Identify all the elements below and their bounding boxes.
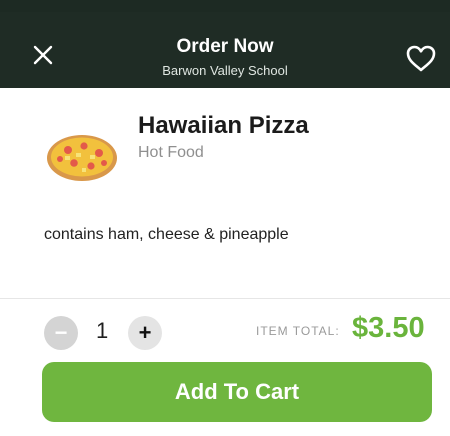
pizza-icon <box>44 128 120 184</box>
page-title: Order Now <box>176 36 274 57</box>
favorite-button[interactable] <box>404 42 438 76</box>
divider <box>0 298 450 299</box>
product-category: Hot Food <box>138 144 204 161</box>
heart-icon <box>406 45 436 72</box>
item-total-value: $3.50 <box>352 312 425 344</box>
quantity-value: 1 <box>96 318 109 343</box>
plus-icon: + <box>138 320 152 345</box>
status-bar <box>0 0 450 12</box>
header-bar: Order Now Barwon Valley School <box>0 12 450 88</box>
product-name: Hawaiian Pizza <box>138 112 309 139</box>
quantity-decrease-button[interactable]: − <box>44 316 78 350</box>
minus-icon: − <box>54 320 68 345</box>
product-description: contains ham, cheese & pineapple <box>44 226 289 243</box>
add-to-cart-button[interactable]: Add To Cart <box>42 362 432 422</box>
add-to-cart-label: Add To Cart <box>174 379 300 404</box>
page-subtitle: Barwon Valley School <box>162 63 288 78</box>
quantity-increase-button[interactable]: + <box>128 316 162 350</box>
item-total-label: ITEM TOTAL: <box>256 324 340 338</box>
